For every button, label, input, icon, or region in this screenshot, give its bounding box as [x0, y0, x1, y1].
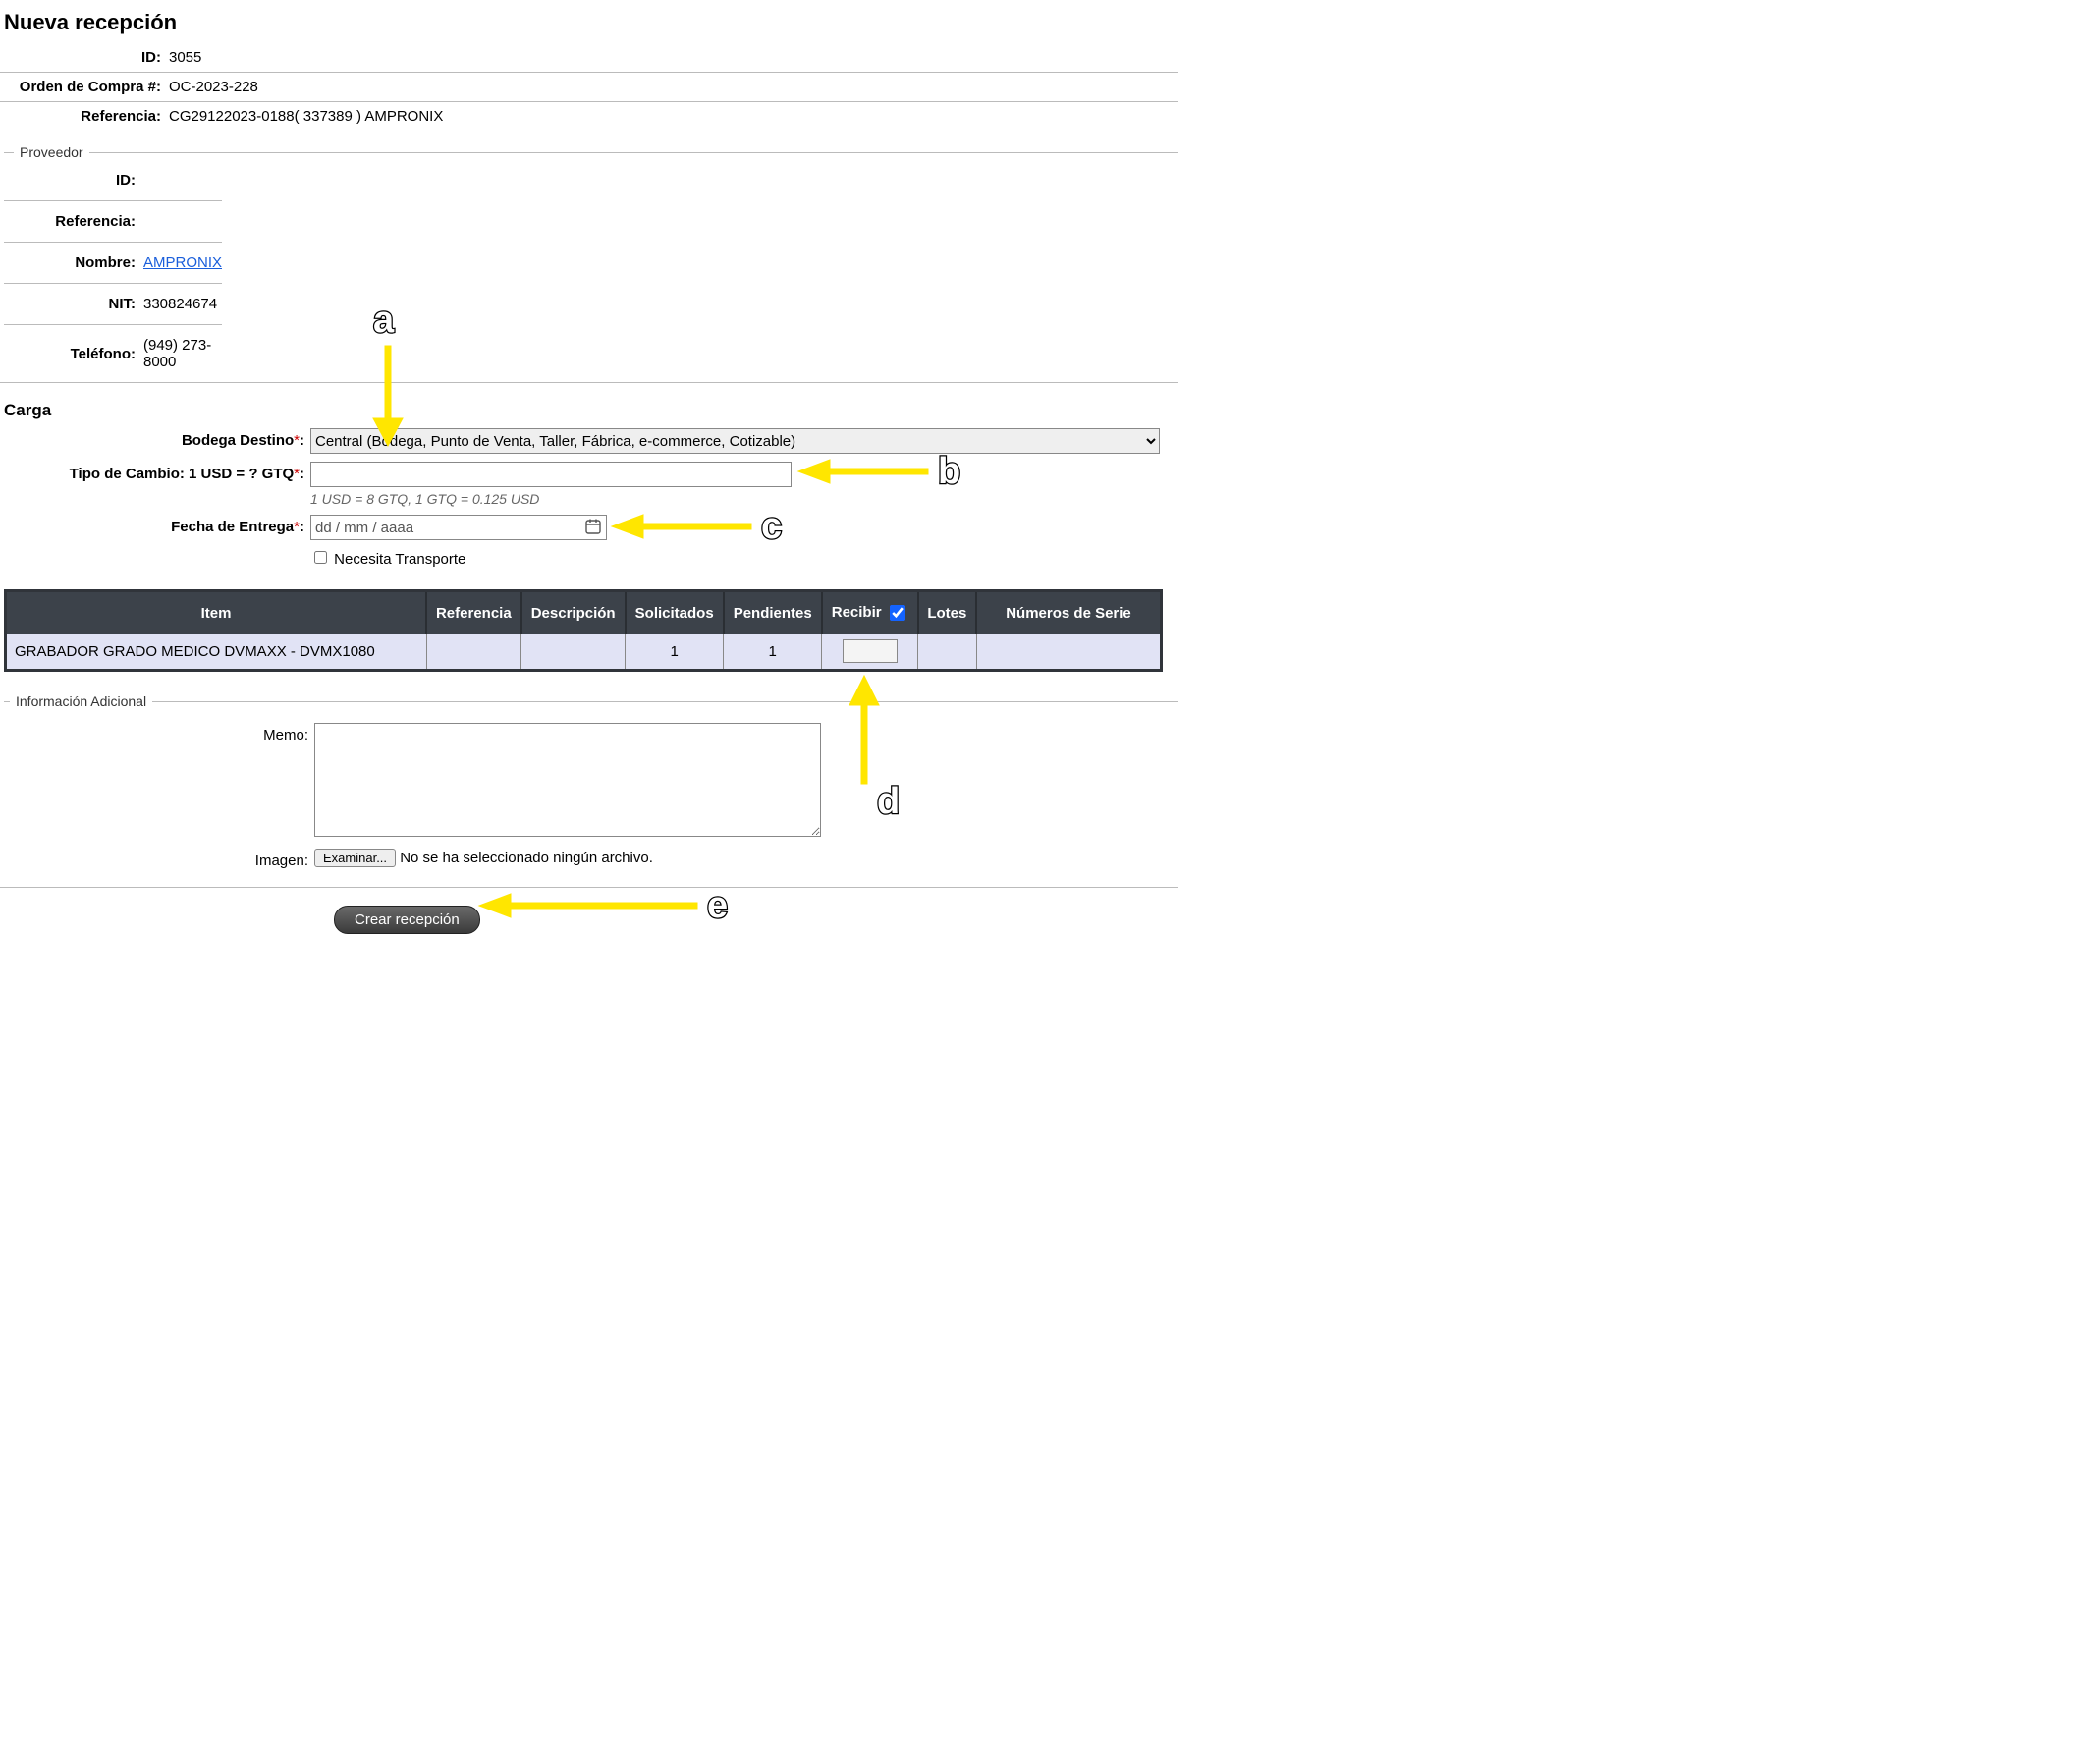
cell-item: GRABADOR GRADO MEDICO DVMAXX - DVMX1080 [6, 634, 427, 671]
transporte-label: Necesita Transporte [334, 551, 465, 568]
memo-textarea[interactable] [314, 723, 821, 837]
ref-label: Referencia: [4, 102, 169, 131]
th-lotes: Lotes [918, 591, 976, 634]
tipo-cambio-input[interactable] [310, 462, 792, 487]
th-serie: Números de Serie [976, 591, 1162, 634]
fecha-label: Fecha de Entrega [171, 519, 294, 535]
bodega-destino-select[interactable]: Central (Bodega, Punto de Venta, Taller,… [310, 428, 1160, 454]
th-recibir: Recibir [822, 591, 918, 634]
th-item: Item [6, 591, 427, 634]
examinar-button[interactable]: Examinar... [314, 849, 396, 867]
imagen-label: Imagen: [255, 853, 308, 869]
cell-lotes [918, 634, 976, 671]
cell-pendientes: 1 [724, 634, 822, 671]
th-descripcion: Descripción [521, 591, 626, 634]
necesita-transporte-checkbox[interactable] [314, 551, 327, 564]
annotation-letter-e: e [707, 885, 728, 926]
prov-id-value [143, 166, 230, 194]
ref-value: CG29122023-0188( 337389 ) AMPRONIX [169, 102, 451, 131]
prov-ref-label: Referencia: [4, 207, 143, 236]
cell-descripcion [521, 634, 626, 671]
items-table: Item Referencia Descripción Solicitados … [4, 589, 1163, 672]
id-value: 3055 [169, 43, 209, 72]
th-solicitados: Solicitados [626, 591, 724, 634]
cell-referencia [426, 634, 521, 671]
recibir-qty-input[interactable] [843, 639, 898, 663]
proveedor-fieldset: Proveedor ID: Referencia: Nombre: AMPRON… [4, 144, 1178, 376]
oc-value: OC-2023-228 [169, 73, 266, 101]
oc-label: Orden de Compra #: [4, 73, 169, 101]
th-referencia: Referencia [426, 591, 521, 634]
prov-nit-label: NIT: [4, 290, 143, 318]
prov-tel-label: Teléfono: [4, 331, 143, 376]
prov-nit-value: 330824674 [143, 290, 230, 318]
prov-ref-value [143, 207, 230, 236]
cell-recibir [822, 634, 918, 671]
header-info: ID: 3055 [4, 43, 209, 72]
proveedor-legend: Proveedor [14, 144, 89, 160]
prov-nombre-label: Nombre: [4, 248, 143, 277]
cell-solicitados: 1 [626, 634, 724, 671]
cell-serie [976, 634, 1162, 671]
fecha-entrega-input[interactable] [310, 515, 607, 540]
tipo-cambio-helper: 1 USD = 8 GTQ, 1 GTQ = 0.125 USD [310, 491, 1178, 507]
transporte-label-wrap[interactable]: Necesita Transporte [310, 551, 465, 568]
crear-recepcion-button[interactable]: Crear recepción [334, 906, 480, 934]
id-label: ID: [4, 43, 169, 72]
info-adicional-fieldset: Información Adicional Memo: Imagen: Exam… [4, 693, 1178, 877]
bodega-label: Bodega Destino [182, 432, 294, 449]
prov-nombre-link[interactable]: AMPRONIX [143, 254, 222, 271]
tipo-cambio-label: Tipo de Cambio: 1 USD = ? GTQ [70, 466, 295, 482]
info-adicional-legend: Información Adicional [10, 693, 152, 709]
no-file-text: No se ha seleccionado ningún archivo. [400, 850, 653, 866]
th-pendientes: Pendientes [724, 591, 822, 634]
carga-section-title: Carga [4, 401, 1178, 420]
prov-id-label: ID: [4, 166, 143, 194]
memo-label: Memo: [263, 727, 308, 744]
table-row: GRABADOR GRADO MEDICO DVMAXX - DVMX1080 … [6, 634, 1162, 671]
page-title: Nueva recepción [4, 10, 1178, 35]
prov-tel-value: (949) 273-8000 [143, 331, 230, 376]
recibir-all-checkbox[interactable] [890, 605, 905, 621]
